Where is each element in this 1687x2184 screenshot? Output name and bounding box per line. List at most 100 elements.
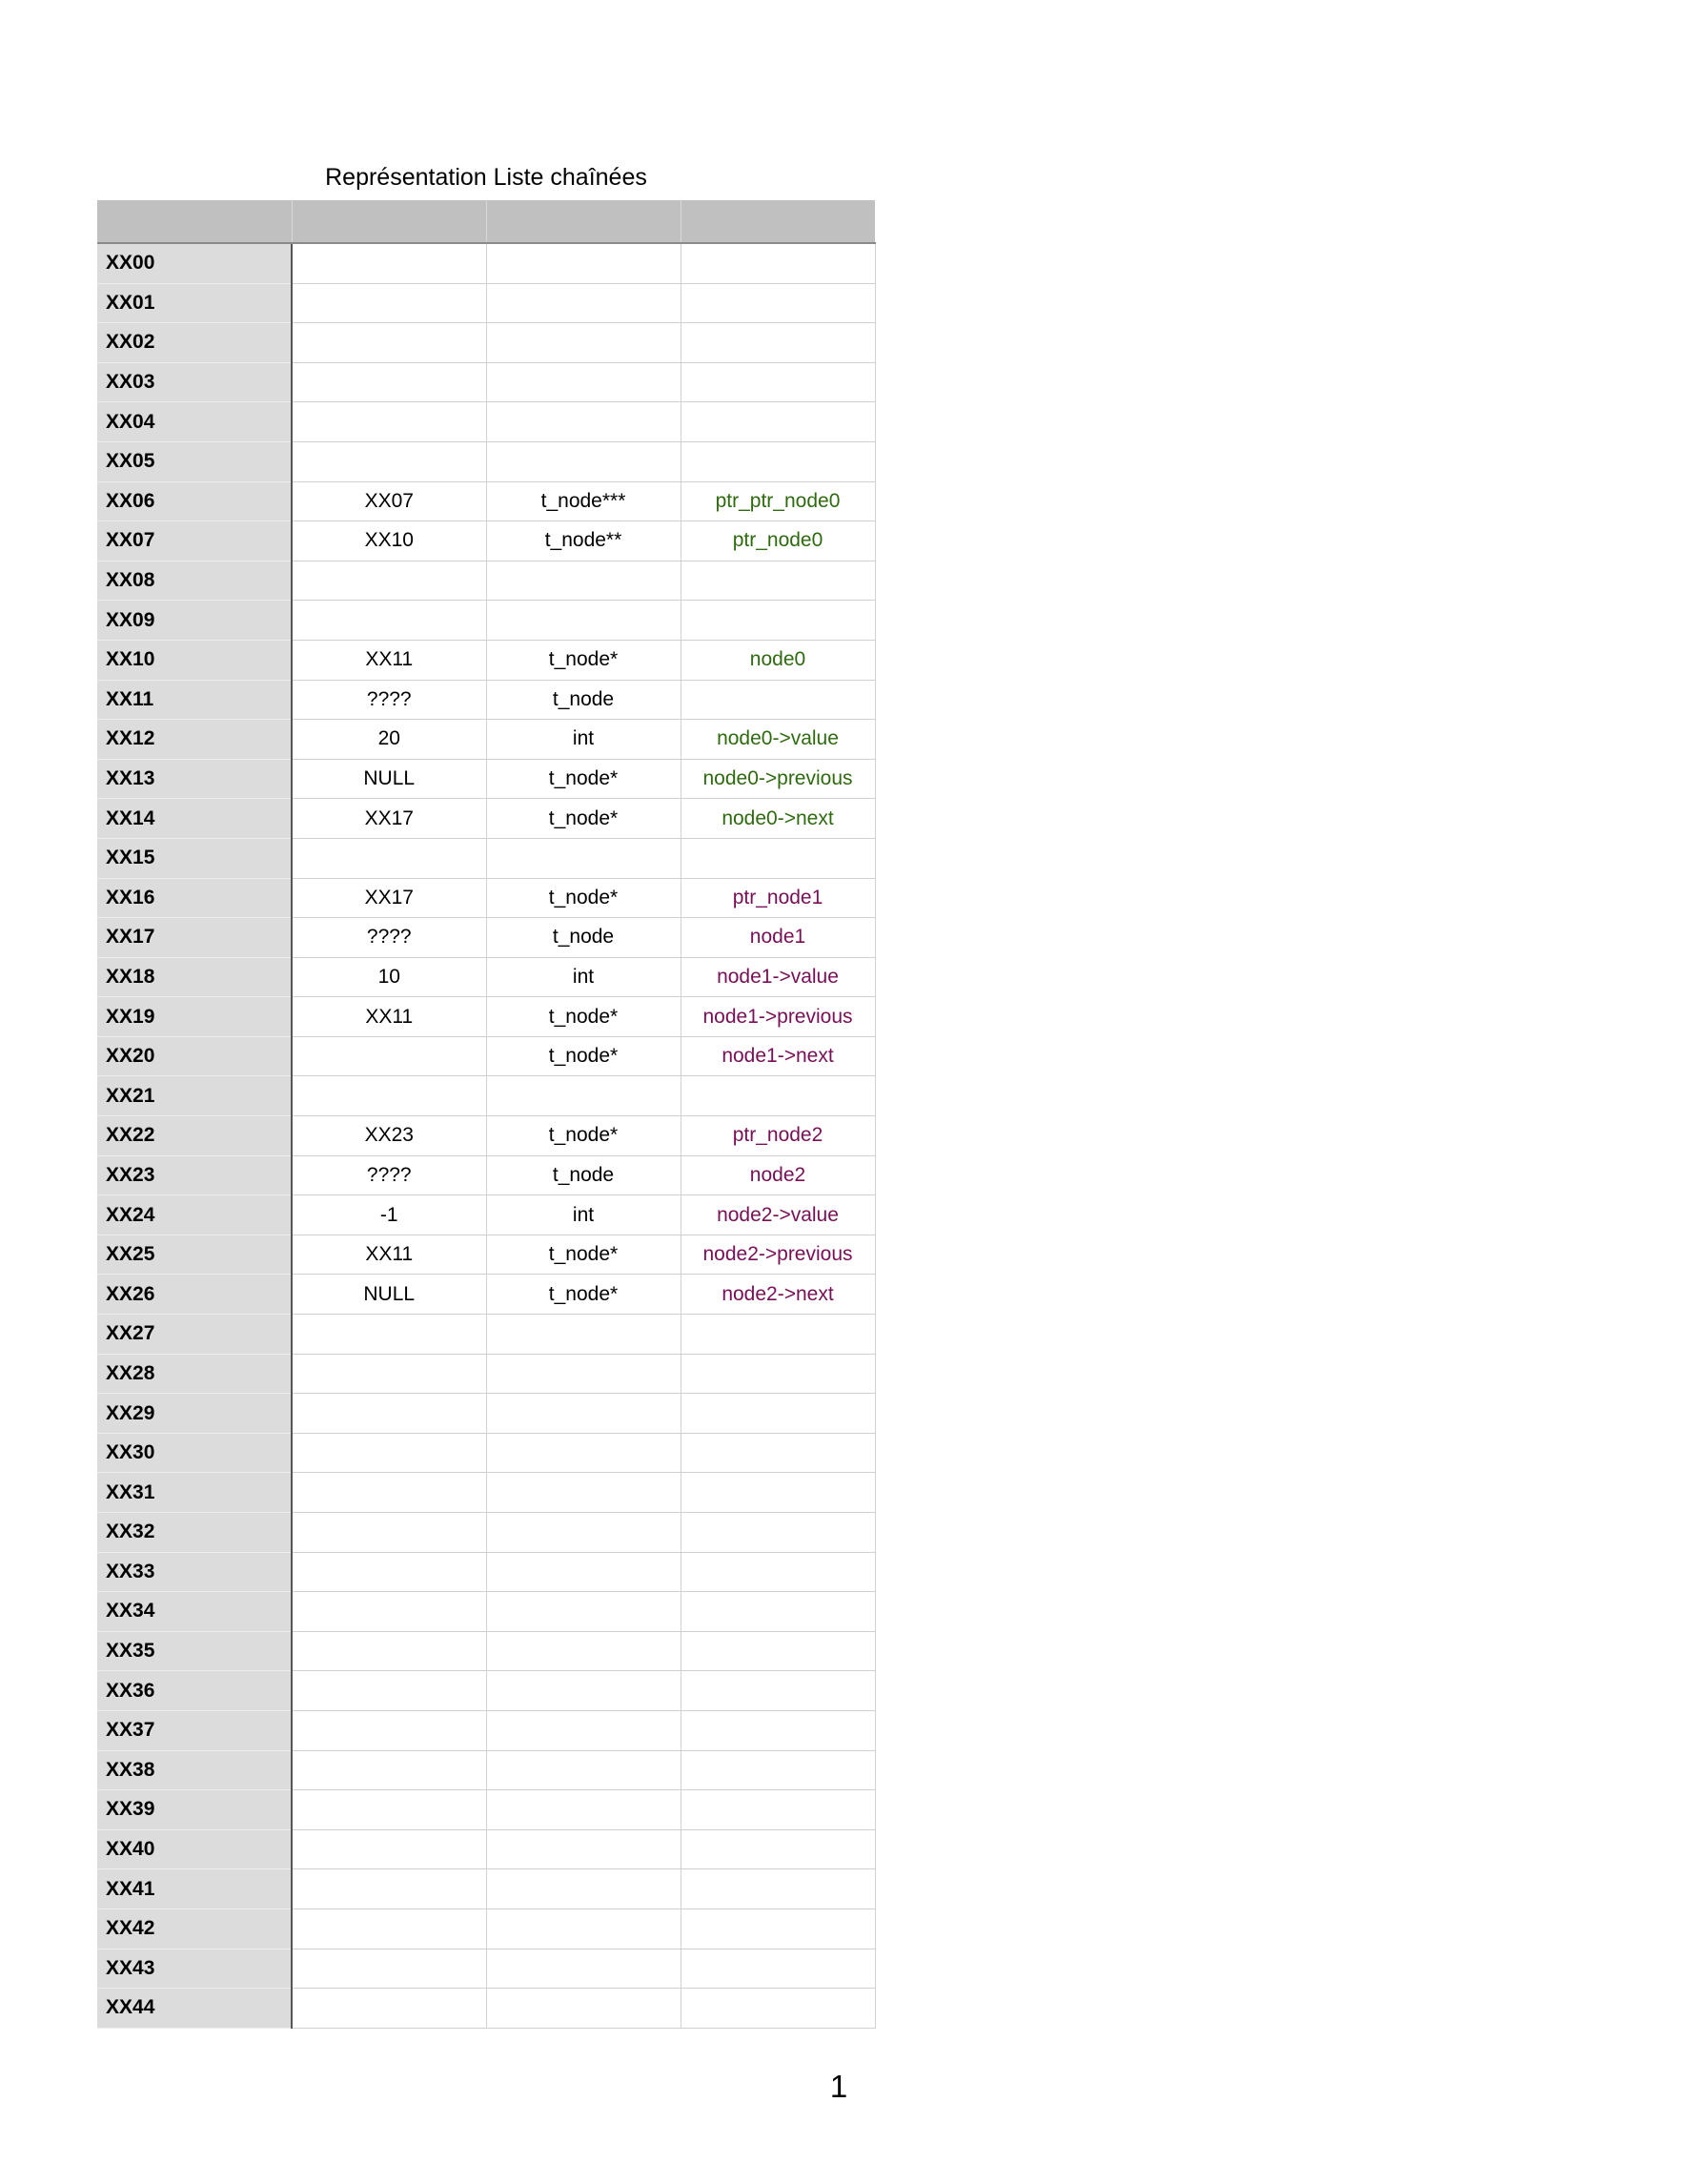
value-cell	[292, 1988, 487, 2029]
type-cell	[486, 322, 681, 363]
address-cell: XX07	[97, 520, 293, 561]
type-cell	[486, 1631, 681, 1672]
name-cell: node0->next	[681, 798, 876, 839]
name-cell: ptr_node2	[681, 1115, 876, 1156]
type-cell	[486, 1829, 681, 1870]
table-row: XX19 XX11 t_node* node1->previous	[97, 996, 876, 1037]
table-row: XX16 XX17 t_node* ptr_node1	[97, 878, 876, 919]
name-cell	[681, 243, 876, 284]
type-cell	[486, 401, 681, 442]
name-cell	[681, 600, 876, 641]
table-row: XX05	[97, 441, 876, 482]
address-cell: XX35	[97, 1631, 293, 1672]
table-row: XX32	[97, 1512, 876, 1553]
value-cell	[292, 283, 487, 324]
type-cell	[486, 1512, 681, 1553]
value-cell	[292, 322, 487, 363]
address-cell: XX24	[97, 1194, 293, 1235]
value-cell	[292, 1908, 487, 1949]
name-cell	[681, 1631, 876, 1672]
type-cell: t_node*	[486, 798, 681, 839]
table-row: XX12 20 int node0->value	[97, 719, 876, 760]
address-cell: XX27	[97, 1314, 293, 1355]
page-title: Représentation Liste chaînées	[325, 164, 647, 191]
address-cell: XX02	[97, 322, 293, 363]
value-cell: XX23	[292, 1115, 487, 1156]
table-row: XX07 XX10 t_node** ptr_node0	[97, 520, 876, 561]
table-row: XX04	[97, 401, 876, 442]
address-cell: XX01	[97, 283, 293, 324]
header-row	[97, 200, 875, 244]
name-cell: ptr_node1	[681, 878, 876, 919]
address-cell: XX13	[97, 759, 293, 800]
name-cell	[681, 1433, 876, 1474]
value-cell	[292, 1829, 487, 1870]
header-cell-value	[292, 200, 487, 244]
table-row: XX01	[97, 283, 876, 324]
name-cell	[681, 1591, 876, 1632]
table-row: XX33	[97, 1552, 876, 1593]
address-cell: XX32	[97, 1512, 293, 1553]
name-cell: node1	[681, 917, 876, 958]
type-cell	[486, 1949, 681, 1990]
table-row: XX02	[97, 322, 876, 363]
name-cell	[681, 1750, 876, 1791]
name-cell: node0->value	[681, 719, 876, 760]
type-cell: t_node*	[486, 996, 681, 1037]
table-row: XX29	[97, 1393, 876, 1434]
type-cell	[486, 283, 681, 324]
type-cell: t_node*	[486, 878, 681, 919]
type-cell	[486, 1354, 681, 1395]
table-row: XX20 t_node* node1->next	[97, 1036, 876, 1077]
value-cell: XX11	[292, 996, 487, 1037]
name-cell	[681, 1552, 876, 1593]
name-cell: node0	[681, 640, 876, 681]
name-cell	[681, 1314, 876, 1355]
name-cell: node1->value	[681, 957, 876, 998]
table-row: XX44	[97, 1988, 876, 2029]
address-cell: XX39	[97, 1789, 293, 1830]
table-row: XX37	[97, 1710, 876, 1751]
table-row: XX22 XX23 t_node* ptr_node2	[97, 1115, 876, 1156]
name-cell: node2->previous	[681, 1235, 876, 1276]
table-row: XX17???? t_node node1	[97, 917, 876, 958]
type-cell: t_node*	[486, 759, 681, 800]
value-cell	[292, 1433, 487, 1474]
value-cell: XX07	[292, 481, 487, 522]
address-cell: XX29	[97, 1393, 293, 1434]
table-row: XX09	[97, 600, 876, 641]
name-cell	[681, 1988, 876, 2029]
table-row: XX34	[97, 1591, 876, 1632]
address-cell: XX21	[97, 1075, 293, 1117]
type-cell: int	[486, 957, 681, 998]
header-cell-name	[681, 200, 875, 244]
address-cell: XX36	[97, 1670, 293, 1711]
address-cell: XX34	[97, 1591, 293, 1632]
name-cell	[681, 1908, 876, 1949]
address-cell: XX12	[97, 719, 293, 760]
type-cell: t_node*	[486, 1036, 681, 1077]
value-cell: 10	[292, 957, 487, 998]
address-cell: XX06	[97, 481, 293, 522]
table-row: XX35	[97, 1631, 876, 1672]
address-cell: XX10	[97, 640, 293, 681]
name-cell	[681, 1710, 876, 1751]
type-cell	[486, 1472, 681, 1513]
address-cell: XX44	[97, 1988, 293, 2029]
name-cell: node1->previous	[681, 996, 876, 1037]
address-cell: XX04	[97, 401, 293, 442]
table-row: XX23???? t_node node2	[97, 1155, 876, 1196]
value-cell: XX17	[292, 878, 487, 919]
table-row: XX41	[97, 1868, 876, 1909]
address-cell: XX18	[97, 957, 293, 998]
type-cell: t_node*	[486, 1235, 681, 1276]
type-cell	[486, 1314, 681, 1355]
address-cell: XX03	[97, 362, 293, 403]
table-row: XX27	[97, 1314, 876, 1355]
address-cell: XX09	[97, 600, 293, 641]
name-cell	[681, 1949, 876, 1990]
value-cell: ????	[292, 917, 487, 958]
table-row: XX11???? t_node	[97, 680, 876, 721]
value-cell	[292, 561, 487, 602]
value-cell: -1	[292, 1194, 487, 1235]
